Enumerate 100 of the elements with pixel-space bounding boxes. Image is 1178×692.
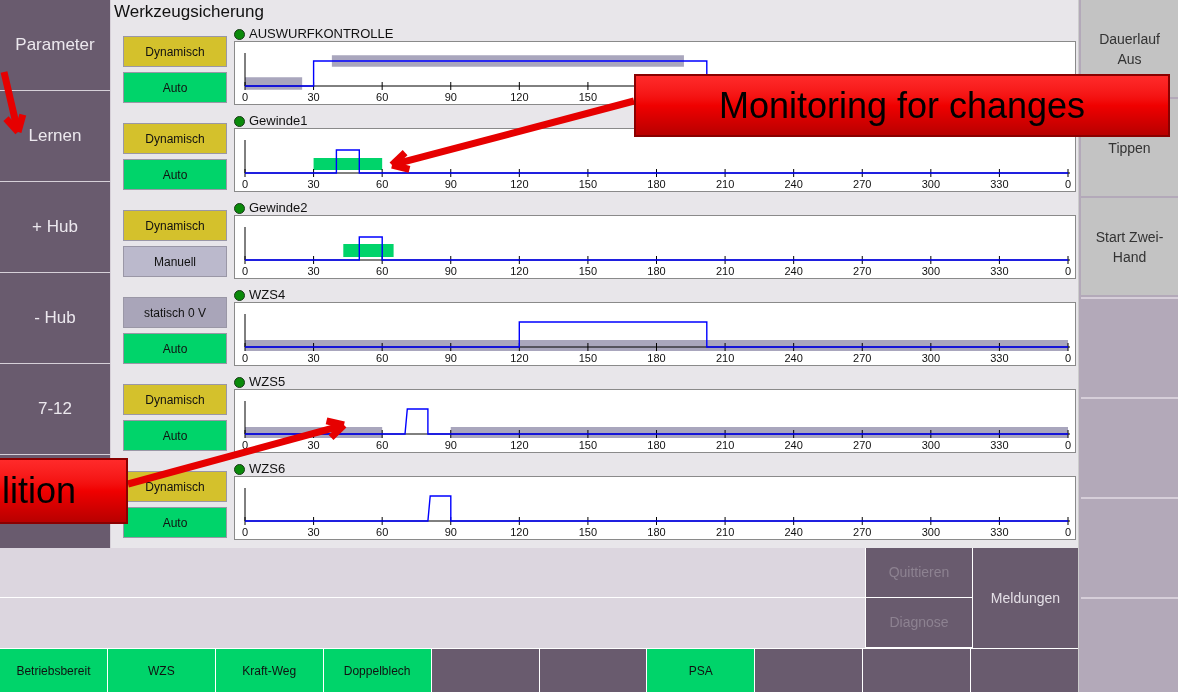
axis-label: 270 <box>853 178 872 190</box>
side-button[interactable]: Start Zwei-Hand <box>1081 198 1178 295</box>
channel-name: WZS5 <box>249 375 286 389</box>
tolerance-band <box>313 158 383 170</box>
axis-label: 300 <box>921 178 940 190</box>
status-indicator: Kraft-Weg <box>215 649 323 692</box>
axis-label: 270 <box>853 352 872 364</box>
axis-label: 210 <box>715 265 735 277</box>
callout-tooltip: lition <box>0 458 128 524</box>
axis-label: 90 <box>444 265 457 277</box>
axis-label: 0 <box>1064 526 1072 538</box>
axis-label: 60 <box>376 91 389 103</box>
channel-name: WZS6 <box>249 462 286 476</box>
axis-label: 90 <box>444 526 457 538</box>
axis-label: 60 <box>376 265 389 277</box>
axis-label: 210 <box>715 526 735 538</box>
axis-label: 90 <box>444 178 457 190</box>
axis-label: 300 <box>921 439 940 451</box>
callout-tooltip: Monitoring for changes <box>634 74 1170 137</box>
axis-label: 300 <box>921 526 940 538</box>
axis-label: 330 <box>990 439 1009 451</box>
axis-label: 30 <box>307 178 320 190</box>
axis-label: 0 <box>1064 178 1072 190</box>
axis-label: 0 <box>1064 265 1072 277</box>
axis-label: 120 <box>510 439 529 451</box>
axis-label: 180 <box>647 178 666 190</box>
axis-label: 210 <box>715 439 735 451</box>
axis-label: 270 <box>853 265 872 277</box>
axis-label: 0 <box>1064 439 1072 451</box>
mode-button[interactable]: Auto <box>123 159 227 190</box>
axis-label: 120 <box>510 265 529 277</box>
axis-label: 120 <box>510 352 529 364</box>
status-indicator: Betriebsbereit <box>0 649 107 692</box>
axis-label: 240 <box>784 352 803 364</box>
axis-label: 150 <box>578 439 598 451</box>
mode-button[interactable]: Manuell <box>123 246 227 277</box>
axis-label: 0 <box>241 265 249 277</box>
axis-label: 330 <box>990 526 1009 538</box>
axis-label: 90 <box>444 91 457 103</box>
mode-button[interactable]: Auto <box>123 420 227 451</box>
axis-label: 330 <box>990 178 1009 190</box>
axis-label: 180 <box>647 439 666 451</box>
axis-label: 300 <box>921 265 940 277</box>
axis-label: 0 <box>241 439 249 451</box>
axis-label: 90 <box>444 439 457 451</box>
axis-label: 0 <box>241 91 249 103</box>
axis-label: 330 <box>990 352 1009 364</box>
axis-label: 30 <box>307 91 320 103</box>
mode-button[interactable]: Auto <box>123 507 227 538</box>
axis-label: 120 <box>510 91 529 103</box>
axis-label: 0 <box>241 352 249 364</box>
axis-label: 60 <box>376 178 389 190</box>
axis-label: 240 <box>784 439 803 451</box>
axis-label: 0 <box>241 526 249 538</box>
channel-name: Gewinde1 <box>249 114 308 128</box>
axis-label: 150 <box>578 265 598 277</box>
tolerance-band <box>343 244 394 257</box>
mode-button[interactable]: Dynamisch <box>123 36 227 67</box>
axis-label: 150 <box>578 526 598 538</box>
status-indicator: WZS <box>107 649 215 692</box>
axis-label: 0 <box>241 178 249 190</box>
axis-label: 60 <box>376 526 389 538</box>
axis-label: 120 <box>510 526 529 538</box>
mode-button[interactable]: Dynamisch <box>123 210 227 241</box>
axis-label: 240 <box>784 526 803 538</box>
status-indicator: PSA <box>647 649 755 692</box>
screen-title: Werkzeugsicherung <box>113 1 265 23</box>
axis-label: 150 <box>578 352 598 364</box>
axis-label: 120 <box>510 178 529 190</box>
axis-label: 30 <box>307 526 320 538</box>
mode-button[interactable]: Auto <box>123 333 227 364</box>
axis-label: 180 <box>647 526 666 538</box>
arrow <box>0 71 27 135</box>
axis-label: 0 <box>1064 352 1072 364</box>
axis-label: 150 <box>578 178 598 190</box>
axis-label: 240 <box>784 178 803 190</box>
mode-button[interactable]: statisch 0 V <box>123 297 227 328</box>
axis-label: 30 <box>307 439 320 451</box>
axis-label: 330 <box>990 265 1009 277</box>
axis-label: 60 <box>376 352 389 364</box>
axis-label: 300 <box>921 352 940 364</box>
axis-label: 180 <box>647 265 666 277</box>
axis-label: 60 <box>376 439 389 451</box>
channel-name: AUSWURFKONTROLLE <box>249 27 394 41</box>
axis-label: 30 <box>307 352 320 364</box>
axis-label: 150 <box>578 91 598 103</box>
status-indicator: Doppelblech <box>323 649 431 692</box>
channel-name: Gewinde2 <box>249 201 308 215</box>
axis-label: 240 <box>784 265 803 277</box>
message-button[interactable]: Meldungen <box>973 548 1078 648</box>
axis-label: 210 <box>715 352 735 364</box>
mode-button[interactable]: Dynamisch <box>123 384 227 415</box>
axis-label: 30 <box>307 265 320 277</box>
mode-button[interactable]: Auto <box>123 72 227 103</box>
mode-button[interactable]: Dynamisch <box>123 123 227 154</box>
axis-label: 210 <box>715 178 735 190</box>
axis-label: 90 <box>444 352 457 364</box>
axis-label: 180 <box>647 352 666 364</box>
axis-label: 270 <box>853 439 872 451</box>
axis-label: 270 <box>853 526 872 538</box>
